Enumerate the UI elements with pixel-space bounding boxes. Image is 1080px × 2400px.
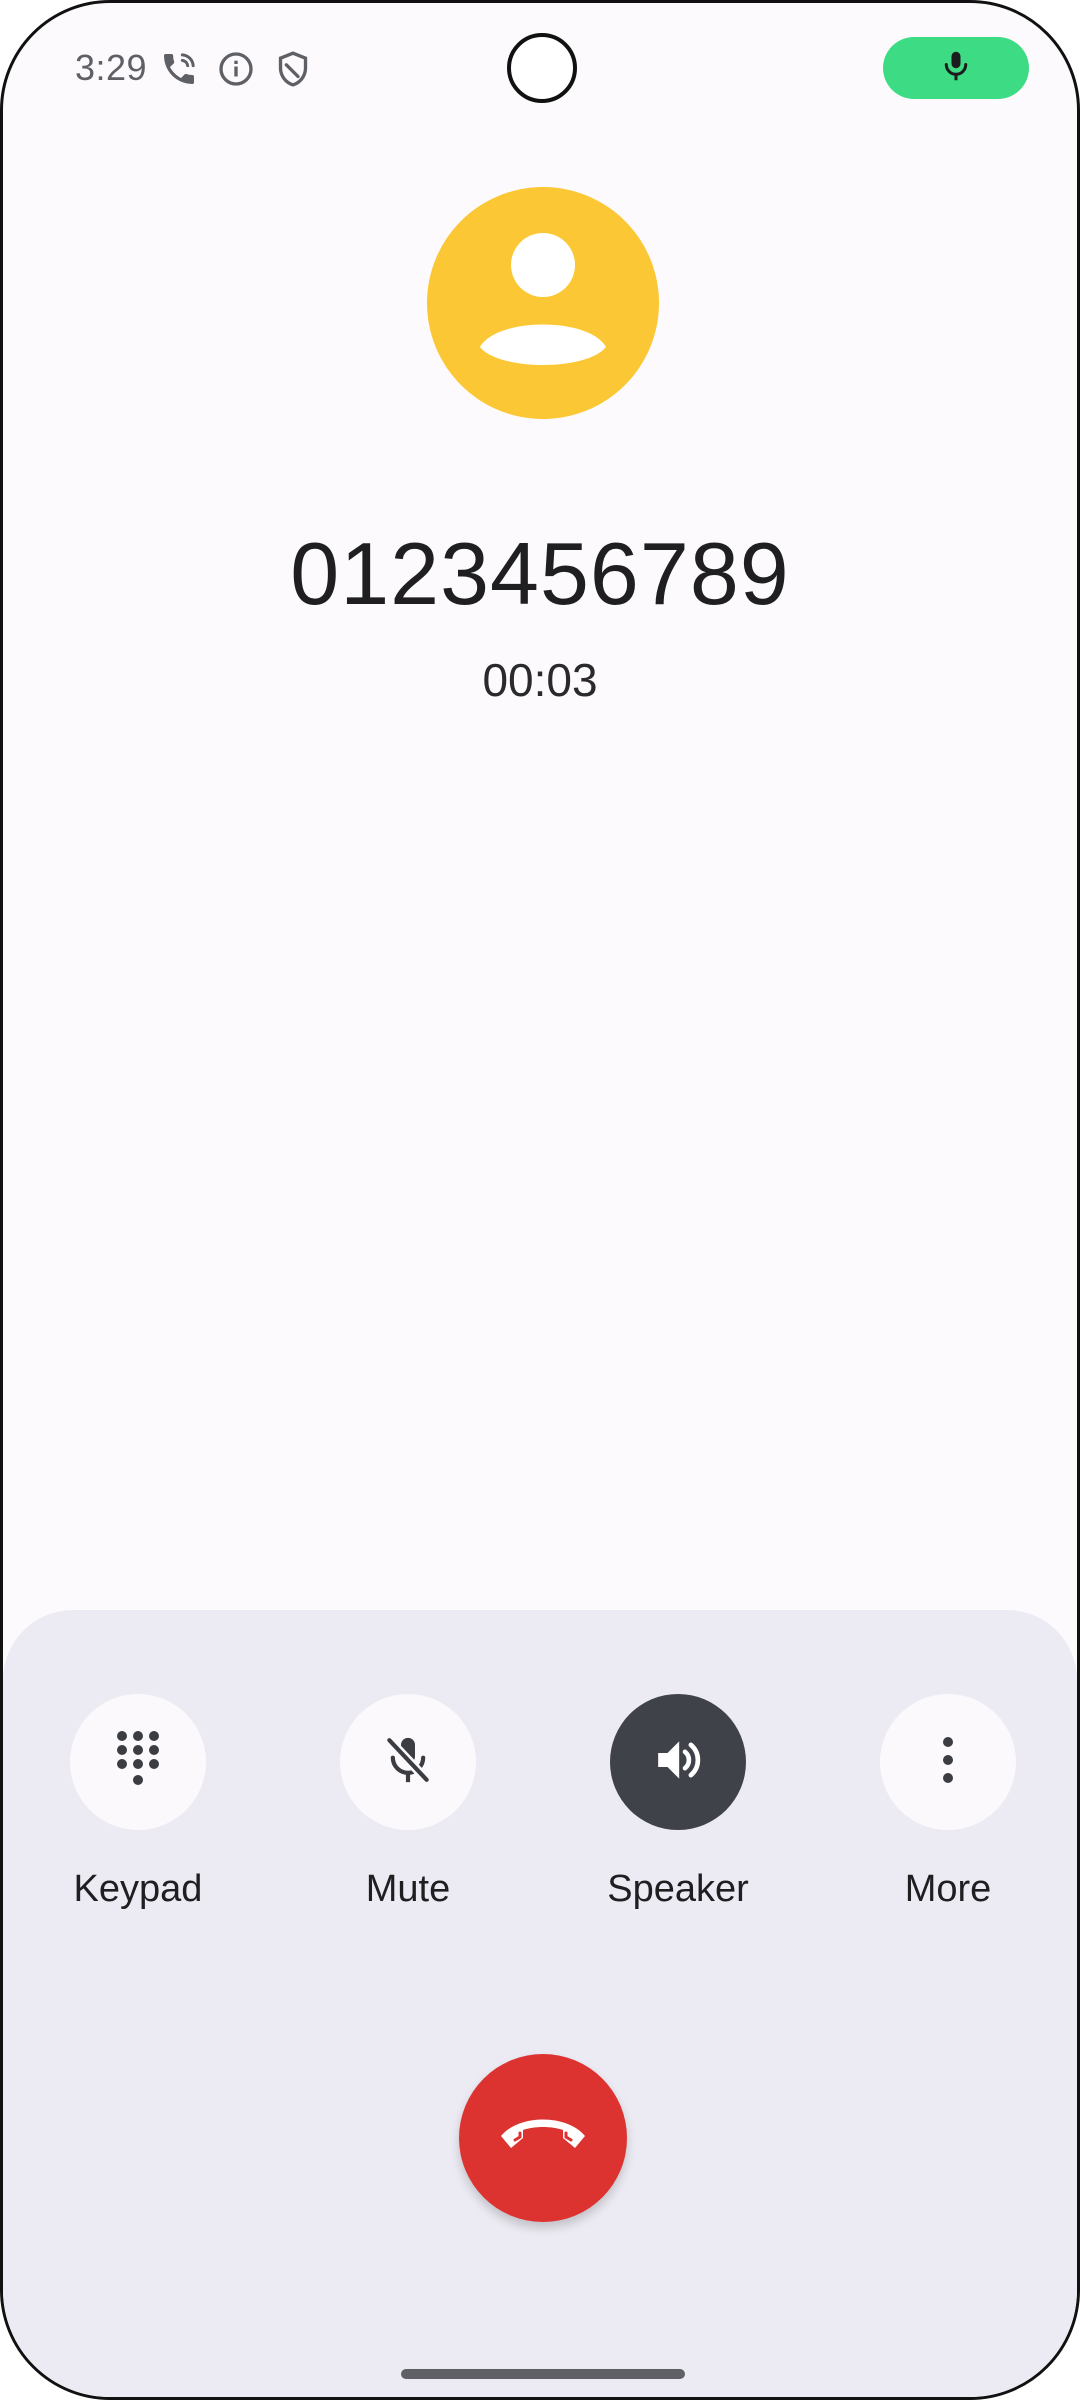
more-label: More: [904, 1868, 992, 1910]
microphone-icon: [938, 48, 974, 89]
phone-call-icon: [159, 49, 199, 89]
status-bar: 3:29: [3, 3, 1077, 133]
keypad-label: Keypad: [73, 1868, 203, 1910]
speaker-button[interactable]: [610, 1694, 746, 1830]
keypad-control[interactable]: Keypad: [18, 1694, 258, 1911]
more-vert-icon: [938, 1734, 958, 1791]
call-end-icon: [493, 2106, 593, 2171]
caller-number: 0123456789: [290, 524, 790, 623]
phone-screen: 3:29 0123456789 00:03 Keypad Mute Speake…: [0, 0, 1080, 2400]
speaker-control[interactable]: Speaker: [558, 1694, 798, 1911]
shield-icon: [273, 49, 313, 89]
mute-label: Mute: [365, 1868, 451, 1910]
speaker-label: Speaker: [607, 1868, 749, 1910]
call-duration: 00:03: [482, 654, 598, 706]
more-control[interactable]: More: [828, 1694, 1068, 1911]
more-button[interactable]: [880, 1694, 1016, 1830]
speaker-icon: [650, 1732, 706, 1793]
end-call-button[interactable]: [459, 2054, 627, 2222]
dialpad-icon: [114, 1730, 162, 1795]
mute-control[interactable]: Mute: [288, 1694, 528, 1911]
mic-in-use-indicator[interactable]: [883, 37, 1029, 99]
info-icon: [216, 49, 256, 89]
person-icon: [427, 233, 659, 419]
keypad-button[interactable]: [70, 1694, 206, 1830]
caller-avatar: [427, 187, 659, 419]
call-controls-sheet: Keypad Mute Speaker More: [3, 1610, 1077, 2397]
mute-button[interactable]: [340, 1694, 476, 1830]
home-indicator[interactable]: [401, 2369, 685, 2379]
camera-cutout: [507, 33, 577, 103]
mic-off-icon: [380, 1732, 436, 1793]
status-time: 3:29: [75, 47, 148, 88]
